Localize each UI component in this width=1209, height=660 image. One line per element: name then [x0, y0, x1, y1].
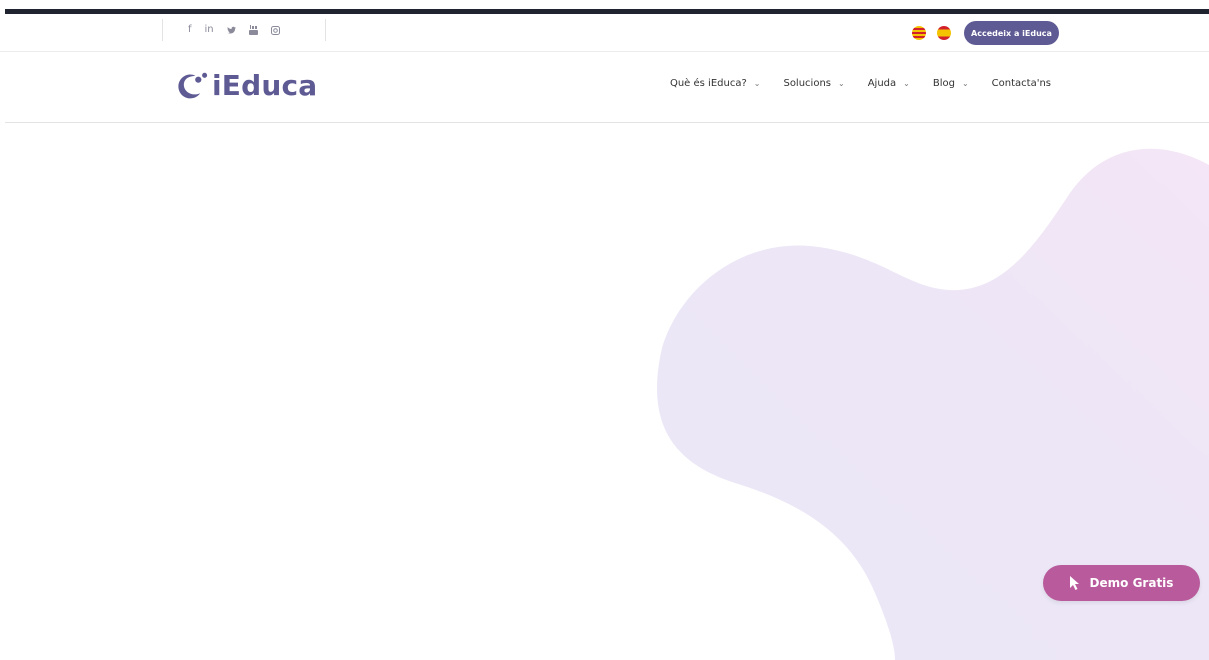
linkedin-icon[interactable]: in: [205, 25, 214, 35]
demo-button-label: Demo Gratis: [1089, 576, 1174, 590]
chevron-down-icon: ⌄: [838, 79, 845, 88]
nav-que-es-ieduca[interactable]: Què és iEduca? ⌄: [670, 78, 761, 89]
chevron-down-icon: ⌄: [903, 79, 910, 88]
nav-solucions[interactable]: Solucions ⌄: [783, 78, 844, 89]
nav-label: Ajuda: [867, 78, 897, 89]
chevron-down-icon: ⌄: [753, 79, 761, 88]
nav-label: Contacta'ns: [991, 78, 1051, 89]
window-top-edge: [0, 0, 1209, 15]
nav-blog[interactable]: Blog ⌄: [933, 78, 969, 89]
logo-text: iEduca: [212, 69, 318, 102]
spanish-flag[interactable]: [937, 26, 951, 40]
instagram-icon[interactable]: [270, 25, 280, 35]
nav-contactans[interactable]: Contacta'ns: [992, 78, 1051, 89]
hero-background-blob: [657, 148, 1209, 660]
top-dark-strip: [5, 9, 1209, 14]
logo[interactable]: iEduca: [175, 69, 317, 102]
chevron-down-icon: ⌄: [961, 79, 969, 88]
youtube-icon[interactable]: [248, 25, 258, 35]
nav-label: Solucions: [783, 78, 831, 89]
header: iEduca Què és iEduca? ⌄ Solucions ⌄ Ajud…: [5, 52, 1209, 123]
twitter-icon[interactable]: [226, 26, 236, 34]
logo-icon: [178, 72, 208, 99]
nav-label: Blog: [932, 78, 955, 89]
social-links: f in: [162, 19, 326, 41]
main-nav: Què és iEduca? ⌄ Solucions ⌄ Ajuda ⌄ Blo…: [670, 78, 1051, 89]
demo-gratis-button[interactable]: Demo Gratis: [1043, 565, 1200, 601]
access-ieduca-button[interactable]: Accedeix a iEduca: [964, 21, 1059, 45]
catalan-flag[interactable]: [912, 26, 926, 40]
cursor-pointer-icon: [1069, 576, 1079, 590]
nav-ajuda[interactable]: Ajuda ⌄: [868, 78, 910, 89]
nav-label: Què és iEduca?: [669, 78, 747, 89]
facebook-icon[interactable]: f: [188, 25, 192, 35]
